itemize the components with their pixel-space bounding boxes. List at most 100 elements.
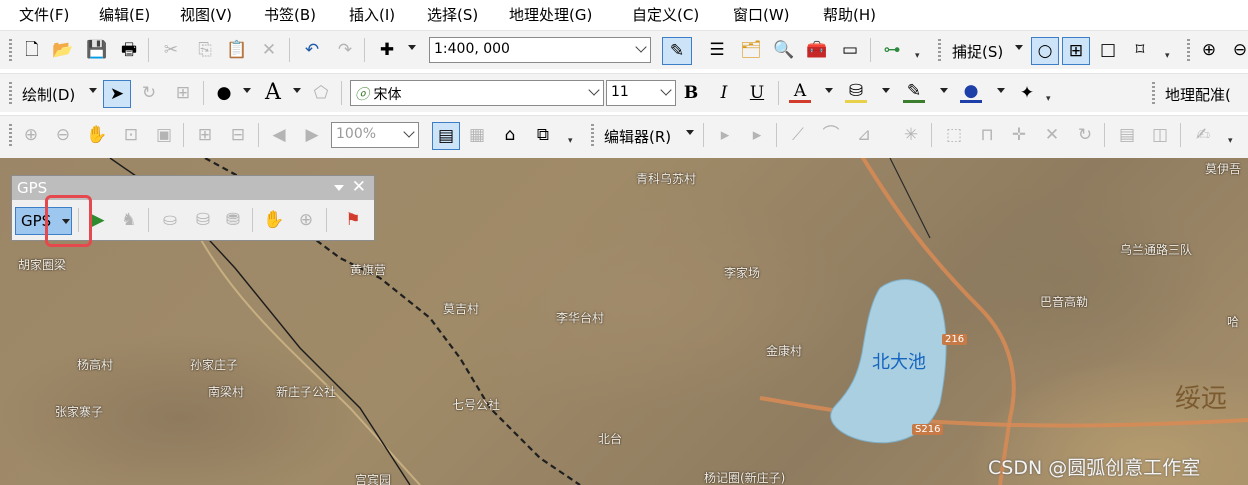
snapping-dropdown[interactable] xyxy=(1015,45,1023,50)
new-document-icon[interactable]: 🗋 xyxy=(21,39,43,61)
close-icon[interactable]: ✕ xyxy=(352,177,366,197)
layout-zoom-out-icon[interactable]: ⊖ xyxy=(52,124,74,146)
menu-edit[interactable]: 编辑(E) xyxy=(99,4,150,25)
rotate-icon[interactable]: ↻ xyxy=(138,82,160,104)
font-size-select[interactable]: 11 xyxy=(606,80,676,106)
font-color-icon[interactable]: A xyxy=(789,82,811,103)
toolbar-overflow-icon[interactable]: ▾ xyxy=(1228,136,1236,148)
select-elements-icon[interactable]: ➤ xyxy=(103,80,131,108)
fixed-zoom-out-icon[interactable]: ⊟ xyxy=(227,124,249,146)
arctoolbox-icon[interactable]: 🧰 xyxy=(806,39,828,61)
open-folder-icon[interactable]: 📂 xyxy=(52,39,74,61)
fixed-zoom-in-icon[interactable]: ⊞ xyxy=(194,124,216,146)
vertex-snap-icon[interactable]: □ xyxy=(1097,39,1119,61)
gps-export-icon[interactable]: ⛃ xyxy=(222,209,244,231)
python-window-icon[interactable]: ▭ xyxy=(839,39,861,61)
editor-toolbar-icon[interactable]: ✎ xyxy=(662,37,692,65)
text-dropdown[interactable] xyxy=(293,88,301,93)
edit-tool-icon[interactable]: ▸ xyxy=(714,124,736,146)
draw-dropdown[interactable] xyxy=(89,88,97,93)
delete-icon[interactable]: ✕ xyxy=(258,39,280,61)
focus-data-frame-icon[interactable]: ▦ xyxy=(466,124,488,146)
gps-pan-icon[interactable]: ✋ xyxy=(263,209,285,231)
straight-segment-icon[interactable]: ⟋ xyxy=(787,124,809,146)
search-window-icon[interactable]: 🔍 xyxy=(773,39,795,61)
menu-insert[interactable]: 插入(I) xyxy=(349,4,395,25)
rotate-icon[interactable]: ↻ xyxy=(1074,124,1096,146)
undo-icon[interactable]: ↶ xyxy=(301,39,323,61)
georeferencing-menu[interactable]: 地理配准( xyxy=(1165,84,1248,105)
menu-view[interactable]: 视图(V) xyxy=(180,4,232,25)
flag-icon[interactable]: ⚑ xyxy=(342,209,364,231)
editor-dropdown[interactable] xyxy=(686,130,694,135)
font-color-dropdown[interactable] xyxy=(825,88,833,93)
fill-color-dropdown[interactable] xyxy=(882,88,890,93)
zoom-whole-page-icon[interactable]: ⊡ xyxy=(120,124,142,146)
copy-icon[interactable]: ⎘ xyxy=(194,39,216,61)
edit-vertices-icon[interactable]: ⬠ xyxy=(310,82,332,104)
layout-pan-icon[interactable]: ✋ xyxy=(86,124,108,146)
cut-icon[interactable]: ✂ xyxy=(160,39,182,61)
edge-snap-icon[interactable]: ⌑ xyxy=(1129,39,1151,61)
line-color-icon[interactable]: ✎ xyxy=(903,82,925,103)
bold-button[interactable]: B xyxy=(680,82,702,104)
save-icon[interactable]: 💾 xyxy=(86,39,108,61)
marker-dropdown[interactable] xyxy=(243,88,251,93)
construction-tools-icon[interactable]: ⊿ xyxy=(853,124,875,146)
catalog-icon[interactable]: 🗂 xyxy=(740,39,762,61)
add-data-dropdown[interactable] xyxy=(408,45,416,50)
toolbar-grip[interactable] xyxy=(9,124,12,146)
marker-color-dropdown[interactable] xyxy=(997,88,1005,93)
previous-extent-icon[interactable]: ◀ xyxy=(268,124,290,146)
toolbar-overflow-icon[interactable]: ▾ xyxy=(1046,94,1054,106)
toolbar-grip[interactable] xyxy=(9,82,12,104)
gps-log-icon[interactable]: ⛀ xyxy=(159,209,181,231)
font-name-select[interactable]: ⓞ 宋体 xyxy=(350,80,604,106)
zoom-in-icon[interactable]: ⊕ xyxy=(1198,39,1220,61)
toolbar-grip[interactable] xyxy=(938,39,941,61)
editor-menu[interactable]: 编辑器(R) xyxy=(604,126,671,147)
cut-polygons-icon[interactable]: ✛ xyxy=(1008,124,1030,146)
change-layout-icon[interactable]: ⌂ xyxy=(499,124,521,146)
edit-annotation-icon[interactable]: ▸ xyxy=(746,124,768,146)
marker-icon[interactable]: ● xyxy=(213,82,235,104)
zoom-out-icon[interactable]: ⊖ xyxy=(1229,39,1248,61)
toolbar-overflow-icon[interactable]: ▾ xyxy=(1165,51,1173,63)
draw-menu[interactable]: 绘制(D) xyxy=(22,84,75,105)
end-snap-icon[interactable]: ⊞ xyxy=(1062,37,1090,65)
zoom-100-icon[interactable]: ▣ xyxy=(153,124,175,146)
point-snap-icon[interactable]: ○ xyxy=(1031,37,1059,65)
italic-button[interactable]: I xyxy=(713,82,735,104)
layout-zoom-in-icon[interactable]: ⊕ xyxy=(20,124,42,146)
reshape-feature-icon[interactable]: ⊓ xyxy=(976,124,998,146)
print-icon[interactable]: 🖶 xyxy=(118,39,140,61)
menu-help[interactable]: 帮助(H) xyxy=(823,4,876,25)
map-scale-select[interactable]: 1:400, 000 xyxy=(429,37,651,63)
zoom-whole-page-icon[interactable]: ⊞ xyxy=(172,82,194,104)
menu-windows[interactable]: 窗口(W) xyxy=(733,4,790,25)
redo-icon[interactable]: ↷ xyxy=(334,39,356,61)
menu-selection[interactable]: 选择(S) xyxy=(427,4,478,25)
endpoint-arc-icon[interactable]: ⌒ xyxy=(820,124,842,146)
table-of-contents-icon[interactable]: ☰ xyxy=(706,39,728,61)
attributes-icon[interactable]: ▤ xyxy=(1116,124,1138,146)
edit-vertices-icon[interactable]: ⬚ xyxy=(943,124,965,146)
next-extent-icon[interactable]: ▶ xyxy=(301,124,323,146)
toolbar-grip[interactable] xyxy=(591,124,594,146)
fill-color-icon[interactable]: ⛁ xyxy=(845,82,867,103)
marker-color-icon[interactable]: ● xyxy=(960,82,982,103)
toolbar-grip[interactable] xyxy=(9,39,12,61)
underline-button[interactable]: U xyxy=(746,82,768,104)
line-color-dropdown[interactable] xyxy=(940,88,948,93)
toolbar-overflow-icon[interactable]: ▾ xyxy=(915,51,923,63)
gps-zoom-icon[interactable]: ⊕ xyxy=(295,209,317,231)
data-driven-pages-icon[interactable]: ⧉ xyxy=(532,124,554,146)
add-data-icon[interactable]: ✚ xyxy=(376,39,398,61)
gps-database-icon[interactable]: ⛁ xyxy=(192,209,214,231)
split-tool-icon[interactable]: ✳ xyxy=(900,124,922,146)
snapping-menu[interactable]: 捕捉(S) xyxy=(952,41,1003,62)
label-manager-icon[interactable]: ✦ xyxy=(1016,82,1038,104)
window-menu-icon[interactable] xyxy=(334,185,344,191)
split-icon[interactable]: ✕ xyxy=(1041,124,1063,146)
toggle-draft-mode-icon[interactable]: ▤ xyxy=(432,122,460,150)
